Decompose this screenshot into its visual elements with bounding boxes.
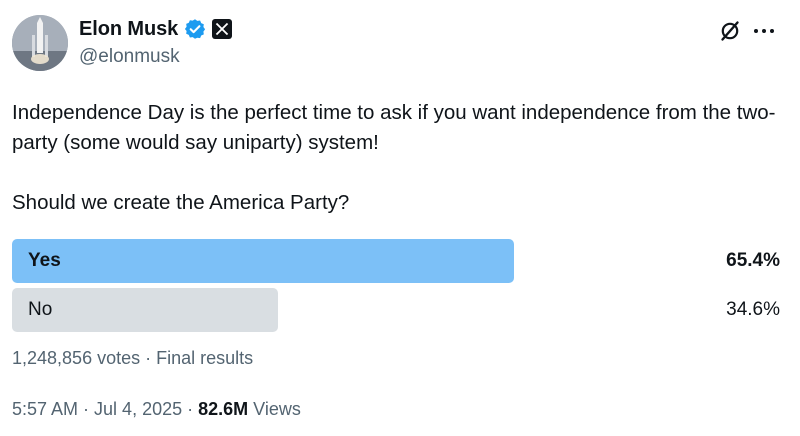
poll-summary: 1,248,856 votes · Final results [12, 348, 253, 369]
tweet-text: Independence Day is the perfect time to … [12, 98, 782, 218]
poll-option-label: No [28, 299, 53, 320]
author-name-row: Elon Musk [79, 16, 233, 42]
views-count[interactable]: 82.6M [198, 399, 248, 419]
poll-separator: · [140, 348, 157, 368]
views-label: Views [248, 399, 301, 419]
tweet-time[interactable]: 5:57 AM [12, 399, 78, 419]
poll-bar-yes [12, 239, 514, 283]
meta-separator: · [78, 399, 95, 419]
poll-option-percent: 65.4% [726, 250, 780, 271]
verified-badge-icon[interactable] [184, 18, 206, 40]
poll-option-percent: 34.6% [726, 299, 780, 320]
author-display-name[interactable]: Elon Musk [79, 18, 178, 41]
tweet-meta: 5:57 AM · Jul 4, 2025 · 82.6M Views [12, 399, 301, 420]
poll-status: Final results [156, 348, 254, 368]
meta-separator: · [182, 399, 199, 419]
poll-question: Should we create the America Party? [12, 191, 350, 214]
tweet-date[interactable]: Jul 4, 2025 [94, 399, 182, 419]
poll-option-yes[interactable]: Yes 65.4% [12, 239, 780, 283]
x-affiliation-badge-icon[interactable] [212, 19, 233, 39]
author-handle[interactable]: @elonmusk [79, 46, 180, 68]
avatar[interactable] [12, 15, 68, 71]
tweet-body: Independence Day is the perfect time to … [12, 101, 776, 154]
grok-icon[interactable] [718, 19, 742, 43]
rocket-launch-avatar-icon [12, 15, 68, 71]
poll-option-no[interactable]: No 34.6% [12, 288, 780, 332]
poll-option-label: Yes [28, 250, 61, 271]
more-dots-icon[interactable] [752, 21, 776, 41]
poll-votes: 1,248,856 votes [12, 348, 141, 368]
tweet-card: Elon Musk @elonmusk Independence Day is … [0, 0, 800, 436]
